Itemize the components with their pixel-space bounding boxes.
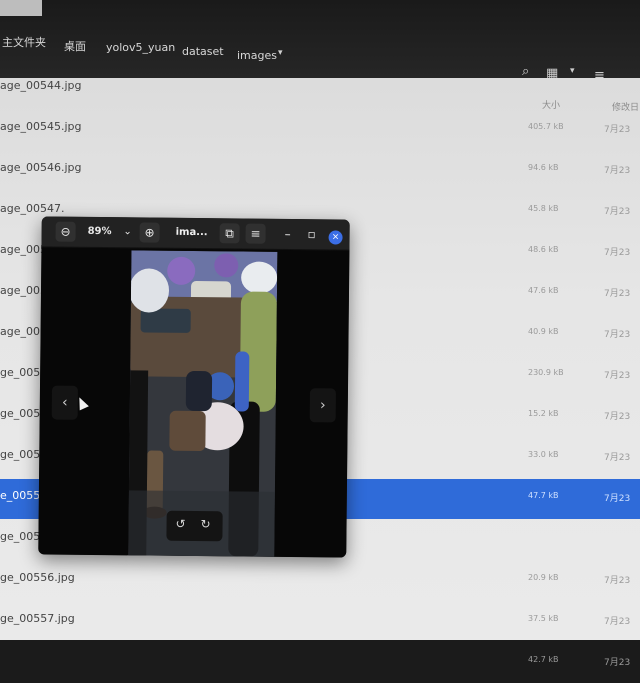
file-size: 20.9 kB (528, 573, 559, 582)
file-date: 7月23 (604, 207, 631, 217)
file-size: 47.7 kB (528, 491, 559, 500)
breadcrumb-dropdown-icon[interactable]: ▾ (278, 48, 283, 58)
file-date: 7月23 (604, 289, 631, 299)
file-row[interactable]: 42.7 kB 7月23 (0, 643, 640, 683)
previous-image-button[interactable]: ‹ (51, 385, 79, 420)
file-size: 48.6 kB (528, 245, 559, 254)
file-name: age_00547. (0, 202, 65, 215)
next-image-button[interactable]: › (309, 388, 336, 423)
file-date: 7月23 (604, 453, 631, 463)
viewer-title: ima... (175, 226, 208, 239)
breadcrumb-dataset[interactable]: dataset (174, 39, 232, 64)
image-canvas: ‹ › ↺ ↻ (38, 247, 350, 558)
file-size: 94.6 kB (528, 163, 559, 172)
breadcrumb-yolov5-yuan[interactable]: yolov5_yuan (98, 35, 183, 60)
image-viewer-window: ⊖ 89% ⌄ ⊕ ima... ⧉ ≡ – ▫ × ‹ › ↺ ↻ (38, 216, 350, 558)
file-date: 7月23 (604, 576, 631, 586)
rotate-toolbar: ↺ ↻ (166, 510, 223, 542)
breadcrumb-home[interactable]: 主文件夹 (0, 28, 54, 56)
viewer-header: ⊖ 89% ⌄ ⊕ ima... ⧉ ≡ – ▫ × (41, 216, 350, 251)
zoom-in-icon[interactable]: ⊕ (139, 222, 160, 243)
file-size: 45.8 kB (528, 204, 559, 213)
file-name: ge_00556.jpg (0, 571, 75, 584)
file-size: 33.0 kB (528, 450, 559, 459)
breadcrumb-images[interactable]: images (229, 43, 285, 68)
file-row[interactable]: age_00546.jpg 94.6 kB 7月23 (0, 151, 640, 191)
file-size: 15.2 kB (528, 409, 559, 418)
file-name: ge_00557.jpg (0, 612, 75, 625)
file-size: 230.9 kB (528, 368, 564, 377)
file-date: 7月23 (604, 412, 631, 422)
zoom-level: 89% (87, 225, 112, 238)
maximize-icon[interactable]: ▫ (302, 224, 322, 244)
minimize-icon[interactable]: – (278, 224, 298, 244)
file-date: 7月23 (604, 166, 631, 176)
file-row[interactable]: ge_00556.jpg 20.9 kB 7月23 (0, 561, 640, 601)
file-size: 42.7 kB (528, 655, 559, 664)
rotate-right-icon[interactable]: ↻ (200, 517, 210, 531)
file-date: 7月23 (604, 617, 631, 627)
file-size: 47.6 kB (528, 286, 559, 295)
file-name: age_00546.jpg (0, 161, 82, 174)
breadcrumb-desktop[interactable]: 桌面 (56, 32, 94, 60)
file-name: age_00544.jpg (0, 79, 82, 92)
file-size: 405.7 kB (528, 122, 564, 131)
file-date: 7月23 (604, 330, 631, 340)
file-size: 40.9 kB (528, 327, 559, 336)
file-date: 7月23 (604, 494, 631, 504)
zoom-out-icon[interactable]: ⊖ (55, 221, 76, 242)
copy-icon[interactable]: ⧉ (219, 223, 240, 244)
zoom-dropdown-icon[interactable]: ⌄ (118, 222, 138, 242)
top-left-tab (0, 0, 42, 16)
file-row[interactable]: age_00544.jpg (0, 69, 640, 109)
viewer-menu-icon[interactable]: ≡ (245, 223, 266, 244)
file-row[interactable]: age_00545.jpg 405.7 kB 7月23 (0, 110, 640, 150)
file-manager-header: 主文件夹 桌面 yolov5_yuan dataset images ▾ ⌕ ▦… (0, 0, 640, 83)
file-date: 7月23 (604, 248, 631, 258)
file-name: age_00545.jpg (0, 120, 82, 133)
file-size: 37.5 kB (528, 614, 559, 623)
file-row[interactable]: ge_00557.jpg 37.5 kB 7月23 (0, 602, 640, 642)
file-date: 7月23 (604, 125, 631, 135)
close-icon[interactable]: × (328, 230, 343, 245)
rotate-left-icon[interactable]: ↺ (175, 517, 185, 531)
file-date: 7月23 (604, 371, 631, 381)
file-date: 7月23 (604, 658, 631, 668)
